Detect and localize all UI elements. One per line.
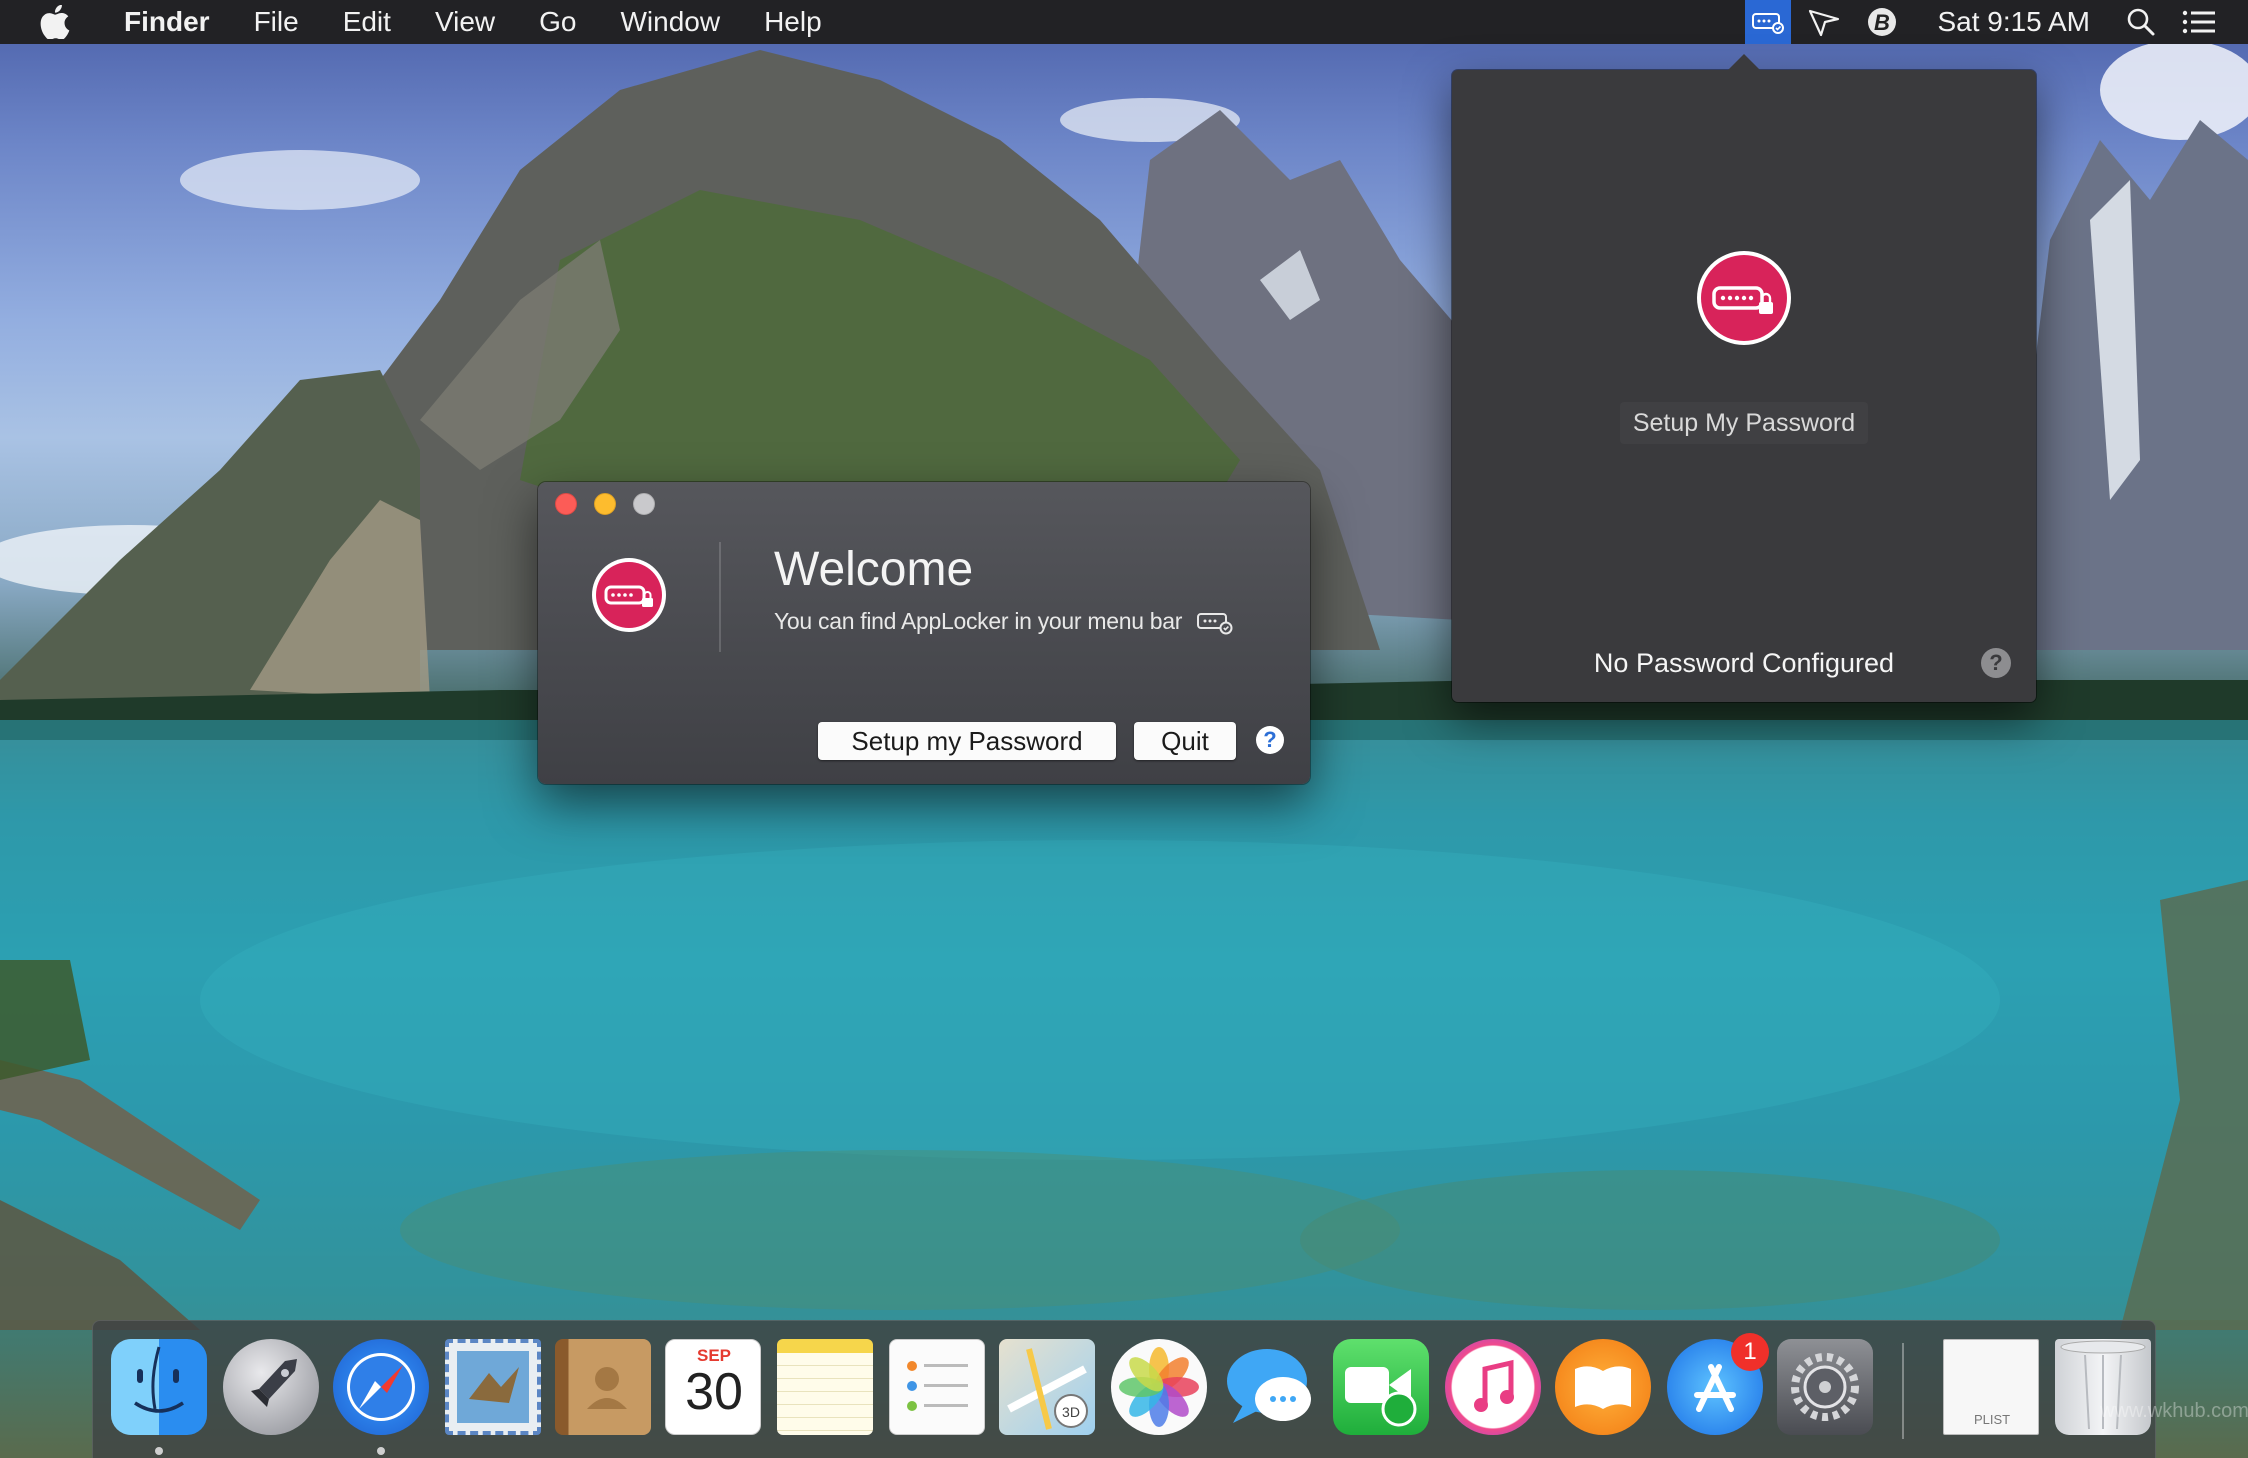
system-preferences-icon[interactable] — [1777, 1339, 1873, 1435]
popover-help-icon[interactable]: ? — [1981, 648, 2011, 678]
window-minimize-button[interactable] — [594, 493, 616, 515]
watermark: www.wkhub.com — [2100, 1400, 2248, 1422]
menu-bar-clock[interactable]: Sat 9:15 AM — [1911, 6, 2112, 38]
window-close-button[interactable] — [555, 493, 577, 515]
menu-window[interactable]: Window — [598, 0, 742, 44]
plist-file-icon[interactable]: PLIST — [1943, 1339, 2039, 1435]
maps-icon[interactable]: 3D — [999, 1339, 1095, 1435]
applocker-popover: Setup My Password No Password Configured… — [1452, 54, 2036, 702]
calendar-icon[interactable]: SEP 30 — [665, 1339, 761, 1435]
facetime-icon[interactable] — [1333, 1339, 1429, 1435]
calendar-day: 30 — [685, 1363, 743, 1421]
menu-bar-status-area: B Sat 9:15 AM — [1741, 0, 2248, 44]
reminders-icon[interactable] — [889, 1339, 985, 1435]
menu-view[interactable]: View — [413, 0, 517, 44]
search-icon[interactable] — [2116, 0, 2166, 44]
app-store-badge: 1 — [1731, 1333, 1769, 1371]
svg-text:B: B — [1875, 10, 1891, 35]
finder-icon[interactable] — [111, 1339, 207, 1435]
notes-icon[interactable] — [777, 1339, 873, 1435]
location-arrow-icon[interactable] — [1799, 0, 1849, 44]
menu-help[interactable]: Help — [742, 0, 844, 44]
popover-arrow — [1728, 54, 1760, 70]
password-status-text: No Password Configured — [1593, 648, 1895, 678]
dock-separator — [1902, 1343, 1904, 1439]
menu-edit[interactable]: Edit — [321, 0, 413, 44]
applocker-menubar-hint-icon — [1197, 612, 1233, 634]
apple-menu-icon[interactable] — [40, 0, 96, 44]
plist-file-label: PLIST — [1973, 1412, 2011, 1427]
applocker-lock-icon — [1697, 251, 1791, 345]
contacts-icon[interactable] — [555, 1339, 651, 1435]
safari-running-indicator — [377, 1447, 385, 1455]
welcome-title: Welcome — [774, 543, 974, 596]
setup-my-password-button[interactable]: Setup My Password — [1620, 402, 1868, 444]
dock: SEP 30 3D 1 PLIST — [92, 1320, 2156, 1458]
applocker-icon[interactable] — [1745, 0, 1792, 44]
photos-icon[interactable] — [1111, 1339, 1207, 1435]
b-circle-icon[interactable]: B — [1857, 0, 1907, 44]
welcome-window: Welcome You can find AppLocker in your m… — [538, 482, 1310, 784]
messages-icon[interactable] — [1223, 1339, 1319, 1435]
finder-running-indicator — [155, 1447, 163, 1455]
list-icon[interactable] — [2174, 0, 2224, 44]
svg-text:3D: 3D — [1062, 1404, 1080, 1420]
itunes-icon[interactable] — [1445, 1339, 1541, 1435]
applocker-app-icon — [592, 558, 666, 632]
window-divider — [719, 542, 721, 652]
welcome-subtitle: You can find AppLocker in your menu bar — [774, 608, 1234, 635]
safari-icon[interactable] — [333, 1339, 429, 1435]
menu-bar: Finder File Edit View Go Window Help B S… — [0, 0, 2248, 44]
help-icon[interactable]: ? — [1256, 726, 1284, 754]
mail-icon[interactable] — [445, 1339, 541, 1435]
window-zoom-button[interactable] — [633, 493, 655, 515]
menu-go[interactable]: Go — [517, 0, 598, 44]
app-store-icon[interactable]: 1 — [1667, 1333, 1769, 1435]
launchpad-icon[interactable] — [223, 1339, 319, 1435]
quit-button[interactable]: Quit — [1134, 722, 1236, 760]
menu-app-name[interactable]: Finder — [96, 0, 232, 44]
welcome-subtitle-text: You can find AppLocker in your menu bar — [774, 608, 1183, 634]
ibooks-icon[interactable] — [1555, 1339, 1651, 1435]
setup-password-button[interactable]: Setup my Password — [818, 722, 1116, 760]
menu-file[interactable]: File — [232, 0, 321, 44]
